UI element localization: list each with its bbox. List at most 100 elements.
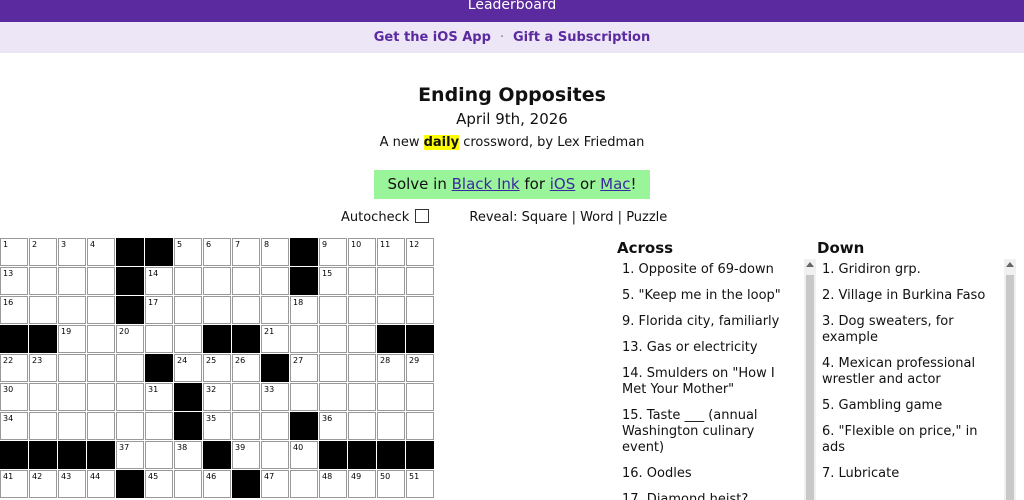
grid-cell[interactable] [290, 383, 318, 411]
scroll-up-icon[interactable] [806, 262, 814, 267]
grid-cell[interactable] [406, 412, 434, 440]
grid-cell[interactable] [290, 470, 318, 498]
grid-cell[interactable] [58, 412, 86, 440]
grid-cell[interactable] [87, 412, 115, 440]
grid-cell[interactable] [58, 354, 86, 382]
grid-cell[interactable]: 47 [261, 470, 289, 498]
grid-cell[interactable] [348, 267, 376, 295]
grid-cell[interactable] [348, 354, 376, 382]
grid-cell[interactable]: 45 [145, 470, 173, 498]
across-clue[interactable]: 5. "Keep me in the loop" [622, 288, 798, 304]
grid-cell[interactable]: 34 [0, 412, 28, 440]
grid-cell[interactable] [319, 354, 347, 382]
down-scrollbar[interactable] [1004, 259, 1016, 500]
grid-cell[interactable] [174, 325, 202, 353]
grid-cell[interactable] [377, 383, 405, 411]
grid-cell[interactable] [232, 412, 260, 440]
grid-cell[interactable] [319, 296, 347, 324]
across-clue[interactable]: 14. Smulders on "How I Met Your Mother" [622, 366, 798, 398]
grid-cell[interactable]: 22 [0, 354, 28, 382]
grid-cell[interactable] [319, 383, 347, 411]
grid-cell[interactable] [406, 383, 434, 411]
grid-cell[interactable]: 41 [0, 470, 28, 498]
grid-cell[interactable]: 50 [377, 470, 405, 498]
grid-cell[interactable] [377, 296, 405, 324]
scroll-thumb[interactable] [806, 275, 814, 500]
grid-cell[interactable]: 51 [406, 470, 434, 498]
grid-cell[interactable] [58, 383, 86, 411]
down-clue[interactable]: 6. "Flexible on price," in ads [822, 424, 998, 456]
grid-cell[interactable] [406, 296, 434, 324]
reveal-square-link[interactable]: Square [522, 210, 568, 225]
grid-cell[interactable]: 32 [203, 383, 231, 411]
grid-cell[interactable] [145, 412, 173, 440]
reveal-puzzle-link[interactable]: Puzzle [626, 210, 667, 225]
grid-cell[interactable] [348, 325, 376, 353]
grid-cell[interactable]: 27 [290, 354, 318, 382]
grid-cell[interactable] [261, 412, 289, 440]
grid-cell[interactable]: 31 [145, 383, 173, 411]
grid-cell[interactable]: 14 [145, 267, 173, 295]
grid-cell[interactable]: 19 [58, 325, 86, 353]
grid-cell[interactable] [87, 383, 115, 411]
grid-cell[interactable]: 28 [377, 354, 405, 382]
grid-cell[interactable]: 44 [87, 470, 115, 498]
grid-cell[interactable]: 5 [174, 238, 202, 266]
across-clue[interactable]: 9. Florida city, familiarly [622, 314, 798, 330]
grid-cell[interactable]: 11 [377, 238, 405, 266]
grid-cell[interactable] [290, 325, 318, 353]
grid-cell[interactable] [29, 412, 57, 440]
grid-cell[interactable] [406, 267, 434, 295]
grid-cell[interactable] [232, 267, 260, 295]
grid-cell[interactable] [145, 441, 173, 469]
grid-cell[interactable]: 25 [203, 354, 231, 382]
grid-cell[interactable] [261, 296, 289, 324]
grid-cell[interactable] [319, 325, 347, 353]
grid-cell[interactable]: 18 [290, 296, 318, 324]
grid-cell[interactable] [87, 296, 115, 324]
grid-cell[interactable] [116, 354, 144, 382]
across-clue[interactable]: 17. Diamond heist? [622, 492, 798, 500]
grid-cell[interactable] [203, 267, 231, 295]
across-clue[interactable]: 13. Gas or electricity [622, 340, 798, 356]
grid-cell[interactable]: 24 [174, 354, 202, 382]
grid-cell[interactable]: 33 [261, 383, 289, 411]
grid-cell[interactable] [348, 412, 376, 440]
across-scrollbar[interactable] [804, 259, 816, 500]
grid-cell[interactable] [232, 296, 260, 324]
grid-cell[interactable] [174, 296, 202, 324]
grid-cell[interactable]: 40 [290, 441, 318, 469]
grid-cell[interactable]: 35 [203, 412, 231, 440]
grid-cell[interactable]: 8 [261, 238, 289, 266]
grid-cell[interactable] [58, 296, 86, 324]
grid-cell[interactable] [261, 267, 289, 295]
grid-cell[interactable]: 3 [58, 238, 86, 266]
grid-cell[interactable]: 20 [116, 325, 144, 353]
grid-cell[interactable] [116, 412, 144, 440]
grid-cell[interactable]: 43 [58, 470, 86, 498]
grid-cell[interactable]: 12 [406, 238, 434, 266]
ios-app-link[interactable]: Get the iOS App [374, 30, 491, 45]
grid-cell[interactable] [58, 267, 86, 295]
grid-cell[interactable] [29, 267, 57, 295]
grid-cell[interactable] [145, 325, 173, 353]
down-clue[interactable]: 5. Gambling game [822, 398, 998, 414]
grid-cell[interactable] [174, 470, 202, 498]
reveal-word-link[interactable]: Word [580, 210, 613, 225]
grid-cell[interactable]: 16 [0, 296, 28, 324]
grid-cell[interactable]: 2 [29, 238, 57, 266]
down-clue[interactable]: 7. Lubricate [822, 466, 998, 482]
grid-cell[interactable] [377, 267, 405, 295]
ios-link[interactable]: iOS [550, 175, 576, 193]
scroll-thumb[interactable] [1006, 275, 1014, 500]
grid-cell[interactable]: 1 [0, 238, 28, 266]
gift-subscription-link[interactable]: Gift a Subscription [513, 30, 650, 45]
grid-cell[interactable] [29, 383, 57, 411]
grid-cell[interactable] [348, 383, 376, 411]
grid-cell[interactable]: 9 [319, 238, 347, 266]
grid-cell[interactable]: 21 [261, 325, 289, 353]
across-clue[interactable]: 15. Taste ___ (annual Washington culinar… [622, 408, 798, 456]
black-ink-link[interactable]: Black Ink [452, 175, 520, 193]
grid-cell[interactable]: 26 [232, 354, 260, 382]
grid-cell[interactable] [203, 296, 231, 324]
